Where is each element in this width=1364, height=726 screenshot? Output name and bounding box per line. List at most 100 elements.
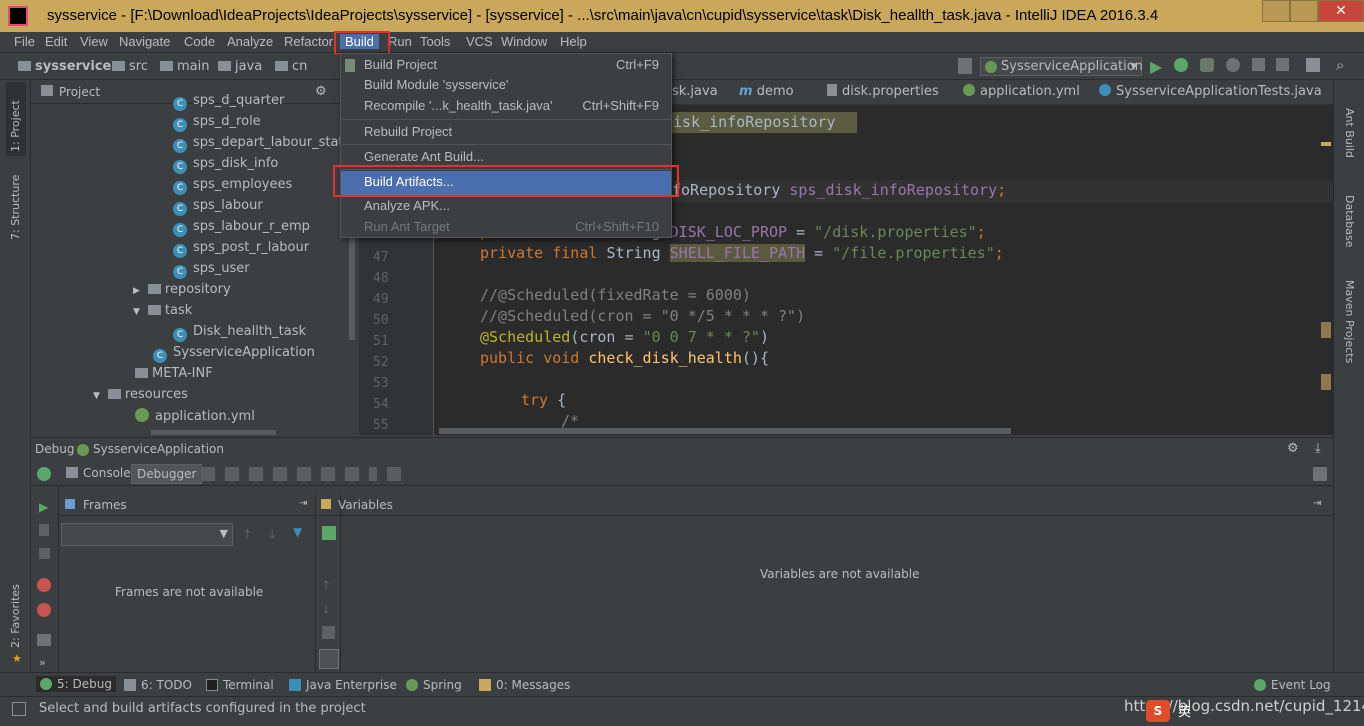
- stop-icon[interactable]: [1252, 58, 1265, 71]
- stepping-toolbar-icons[interactable]: [201, 467, 377, 481]
- restore-layout-icon[interactable]: [1313, 467, 1327, 481]
- maximize-button[interactable]: [1290, 0, 1318, 22]
- tab-maven-projects[interactable]: Maven Projects: [1343, 280, 1356, 363]
- tab-database[interactable]: Database: [1343, 195, 1356, 248]
- resume-icon[interactable]: ▶: [39, 500, 48, 514]
- project-structure-icon[interactable]: [1306, 58, 1320, 72]
- project-view-label[interactable]: Project: [59, 85, 100, 99]
- tool-java-enterprise[interactable]: Java Enterprise: [289, 678, 397, 692]
- tab-debugger[interactable]: Debugger: [131, 464, 203, 484]
- more-icon[interactable]: »: [39, 656, 46, 669]
- copy-icon[interactable]: [322, 626, 335, 639]
- menu-edit[interactable]: Edit: [45, 34, 67, 49]
- run-icon[interactable]: ▶: [1150, 57, 1162, 76]
- tool-windows-toggle-icon[interactable]: [12, 702, 26, 716]
- menu-item-rebuild-project[interactable]: Rebuild Project: [341, 121, 671, 145]
- tool-messages[interactable]: 0: Messages: [479, 678, 570, 692]
- menu-view[interactable]: View: [80, 34, 108, 49]
- new-watch-icon[interactable]: [322, 526, 336, 540]
- pin-icon[interactable]: ⇥: [1313, 498, 1321, 509]
- tree-item[interactable]: Csps_employees: [173, 177, 292, 198]
- tree-item[interactable]: Csps_d_quarter: [173, 93, 284, 114]
- ime-language[interactable]: 英: [1178, 701, 1191, 720]
- menu-help[interactable]: Help: [560, 34, 587, 49]
- tab-structure[interactable]: 7: Structure: [9, 175, 22, 240]
- tab-application-tests[interactable]: SysserviceApplicationTests.java: [1099, 84, 1322, 99]
- arrow-down-icon[interactable]: 🡓: [269, 525, 275, 546]
- menu-tools[interactable]: Tools: [420, 34, 450, 49]
- breadcrumb-src[interactable]: src: [112, 59, 148, 74]
- breadcrumb-project[interactable]: sysservice: [18, 59, 111, 74]
- mute-breakpoints-icon[interactable]: [37, 603, 51, 617]
- menu-refactor[interactable]: Refactor: [284, 34, 333, 49]
- tree-item[interactable]: Csps_user: [173, 261, 250, 282]
- tool-terminal[interactable]: Terminal: [206, 678, 274, 692]
- tree-item[interactable]: ▼ resources: [93, 387, 188, 408]
- camera-icon[interactable]: [37, 634, 51, 646]
- menu-run[interactable]: Run: [388, 34, 412, 49]
- gear-icon[interactable]: ⚙: [315, 84, 327, 99]
- evaluate-icon[interactable]: [387, 467, 401, 481]
- breadcrumb-cn[interactable]: cn: [275, 59, 307, 74]
- tree-item[interactable]: C Disk_heallth_task: [173, 324, 306, 345]
- pin-icon[interactable]: ⇥: [299, 498, 307, 509]
- tab-project[interactable]: 1: Project: [9, 100, 22, 152]
- horizontal-scrollbar[interactable]: [151, 430, 276, 435]
- pause-icon[interactable]: [39, 524, 49, 536]
- thread-select[interactable]: ▼: [61, 523, 233, 546]
- watches-toggle-icon[interactable]: [319, 649, 339, 669]
- tool-spring[interactable]: Spring: [406, 678, 462, 692]
- tab-console[interactable]: Console: [61, 464, 136, 484]
- layout-icon[interactable]: [1276, 58, 1289, 71]
- horizontal-scrollbar[interactable]: [439, 428, 1011, 434]
- tab-disk-health-task[interactable]: sk.java: [672, 84, 718, 99]
- breadcrumb-java[interactable]: java: [218, 59, 262, 74]
- stop-icon[interactable]: [39, 548, 50, 559]
- tool-debug[interactable]: 5: Debug: [36, 676, 116, 692]
- menu-item-run-ant-target[interactable]: Run Ant Target Ctrl+Shift+F10: [341, 216, 671, 240]
- tab-application-yml[interactable]: application.yml: [963, 84, 1080, 99]
- menu-file[interactable]: File: [14, 34, 35, 49]
- menu-window[interactable]: Window: [501, 34, 547, 49]
- minimize-button[interactable]: [1262, 0, 1290, 22]
- filter-icon[interactable]: ▼: [293, 525, 302, 539]
- view-breakpoints-icon[interactable]: [37, 578, 51, 592]
- menu-item-recompile[interactable]: Recompile '...k_health_task.java' Ctrl+Sh…: [341, 95, 671, 119]
- chevron-down-icon[interactable]: ▼: [93, 391, 100, 401]
- menu-vcs[interactable]: VCS: [466, 34, 493, 49]
- tree-item[interactable]: application.yml: [135, 408, 255, 429]
- arrow-up-icon[interactable]: 🡑: [323, 576, 329, 597]
- close-button[interactable]: ✕: [1318, 0, 1364, 22]
- tree-item[interactable]: META-INF: [135, 366, 213, 387]
- error-stripe-marker[interactable]: [1321, 322, 1331, 338]
- error-stripe-marker[interactable]: [1321, 142, 1331, 146]
- tab-demo[interactable]: m demo: [739, 84, 794, 99]
- tool-todo[interactable]: 6: TODO: [124, 678, 192, 692]
- rerun-debug-icon[interactable]: [37, 467, 51, 481]
- tree-item[interactable]: C SysserviceApplication: [153, 345, 315, 366]
- debug-config-tab[interactable]: SysserviceApplication: [93, 442, 224, 456]
- tree-item[interactable]: Csps_d_role: [173, 114, 261, 135]
- debug-icon[interactable]: [1174, 58, 1188, 72]
- profile-icon[interactable]: [1226, 58, 1240, 72]
- menu-analyze[interactable]: Analyze: [227, 34, 273, 49]
- hide-panel-icon[interactable]: ⤓: [1315, 441, 1321, 456]
- run-config-select[interactable]: SysserviceApplication ▾: [980, 57, 1143, 76]
- gear-icon[interactable]: ⚙: [1287, 441, 1299, 456]
- breadcrumb-main[interactable]: main: [160, 59, 209, 74]
- arrow-down-icon[interactable]: 🡓: [323, 600, 329, 621]
- tree-item[interactable]: Csps_labour_r_emp: [173, 219, 310, 240]
- tool-event-log[interactable]: Event Log: [1254, 678, 1331, 692]
- tab-favorites[interactable]: 2: Favorites: [9, 584, 22, 648]
- tree-item[interactable]: Csps_labour: [173, 198, 263, 219]
- error-stripe-marker[interactable]: [1321, 374, 1331, 390]
- build-project-icon[interactable]: [958, 58, 972, 74]
- menu-code[interactable]: Code: [184, 34, 215, 49]
- tree-item[interactable]: ▶ repository: [133, 282, 231, 303]
- tab-disk-properties[interactable]: disk.properties: [827, 84, 939, 99]
- coverage-icon[interactable]: [1200, 58, 1214, 72]
- arrow-up-icon[interactable]: 🡑: [244, 525, 250, 546]
- tree-item[interactable]: Csps_depart_labour_stat: [173, 135, 344, 156]
- menu-navigate[interactable]: Navigate: [119, 34, 170, 49]
- search-icon[interactable]: ⌕: [1336, 56, 1344, 74]
